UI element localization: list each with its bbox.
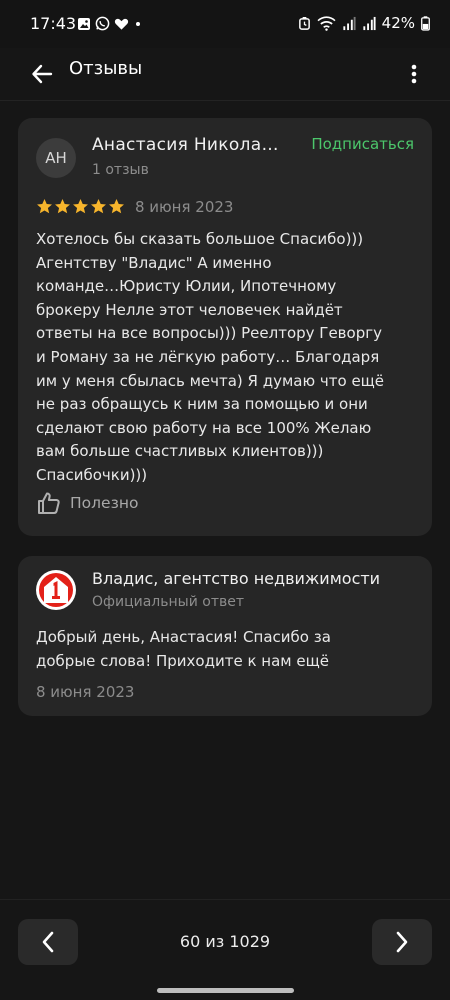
reply-text-line: добрые слова! Приходите к нам ещё — [36, 651, 329, 670]
review-date: 8 июня 2023 — [135, 198, 234, 216]
status-notification-icons — [77, 16, 143, 31]
subscribe-button[interactable]: Подписаться — [311, 135, 414, 153]
signal-icon — [343, 16, 356, 30]
star-icon — [37, 199, 52, 214]
gallery-icon — [78, 17, 90, 30]
review-text-line: сделают свою работу на все 100% Желаю — [36, 418, 372, 437]
battery-icon — [421, 15, 430, 31]
star-icon — [55, 199, 70, 214]
review-text-line: не раз обращусь к ним за помощью и они — [36, 395, 368, 414]
status-bar: 17:43 42% — [0, 0, 450, 48]
home-indicator[interactable] — [157, 988, 294, 993]
review-card: АН Анастасия Никола… 1 отзыв Подписаться… — [18, 118, 432, 536]
review-text-line: и Роману за не лёгкую работу… Благодаря — [36, 347, 380, 366]
official-reply-card: Владис, агентство недвижимости Официальн… — [18, 556, 432, 716]
useful-label: Полезно — [70, 494, 139, 512]
review-author[interactable]: Анастасия Никола… — [92, 135, 292, 155]
star-icon — [91, 199, 106, 214]
app-bar-divider — [0, 100, 450, 101]
back-button[interactable] — [26, 56, 58, 92]
battery-percent: 42% — [381, 14, 415, 32]
reviews-count: 1 отзыв — [92, 162, 149, 178]
review-text-line: команде…Юристу Юлии, Ипотечному — [36, 277, 337, 296]
star-icon — [109, 199, 124, 214]
review-text-line: им у меня сбылась мечта) Я думаю что ещё — [36, 371, 385, 390]
more-vertical-icon — [411, 64, 417, 84]
reply-date: 8 июня 2023 — [36, 683, 135, 701]
useful-button[interactable]: Полезно — [36, 490, 138, 516]
avatar[interactable]: АН — [36, 138, 76, 178]
page-title: Отзывы — [69, 58, 143, 79]
more-options-button[interactable] — [404, 56, 424, 92]
pager-bar: 60 из 1029 — [0, 900, 450, 986]
review-text-line: ответы на все вопросы))) Реелтору Геворг… — [36, 324, 382, 343]
rating-stars — [36, 198, 125, 215]
wifi-icon — [317, 15, 336, 31]
reply-org-name[interactable]: Владис, агентство недвижимости — [92, 569, 380, 588]
app-bar: Отзывы — [0, 48, 450, 100]
reply-text: Добрый день, Анастасия! Спасибо за добры… — [36, 626, 416, 673]
review-text-line: Спасибочки))) — [36, 465, 148, 484]
heart-icon — [114, 18, 129, 30]
dot-icon — [136, 21, 140, 26]
chevron-right-icon — [396, 931, 408, 953]
alarm-icon — [298, 16, 310, 30]
arrow-left-icon — [32, 64, 53, 84]
reply-text-line: Добрый день, Анастасия! Спасибо за — [36, 628, 331, 646]
status-system-icons: 42% — [298, 14, 430, 32]
review-text-line: брокеру Нелле этот человечек найдёт — [36, 300, 343, 319]
star-icon — [73, 199, 88, 214]
review-text-line: Агентству "Владис" А именно — [36, 253, 272, 272]
next-button[interactable] — [372, 919, 432, 965]
thumbs-up-icon — [38, 492, 60, 514]
review-text: Хотелось бы сказать большое Спасибо))) А… — [36, 228, 416, 488]
signal-icon — [363, 16, 376, 30]
whatsapp-icon — [95, 16, 110, 31]
review-text-line: Хотелось бы сказать большое Спасибо))) — [36, 230, 364, 248]
official-reply-label: Официальный ответ — [92, 594, 244, 610]
vladis-logo-icon — [36, 570, 76, 610]
review-text-line: вам больше счастливых клиентов))) — [36, 442, 324, 461]
status-time: 17:43 — [30, 14, 77, 33]
